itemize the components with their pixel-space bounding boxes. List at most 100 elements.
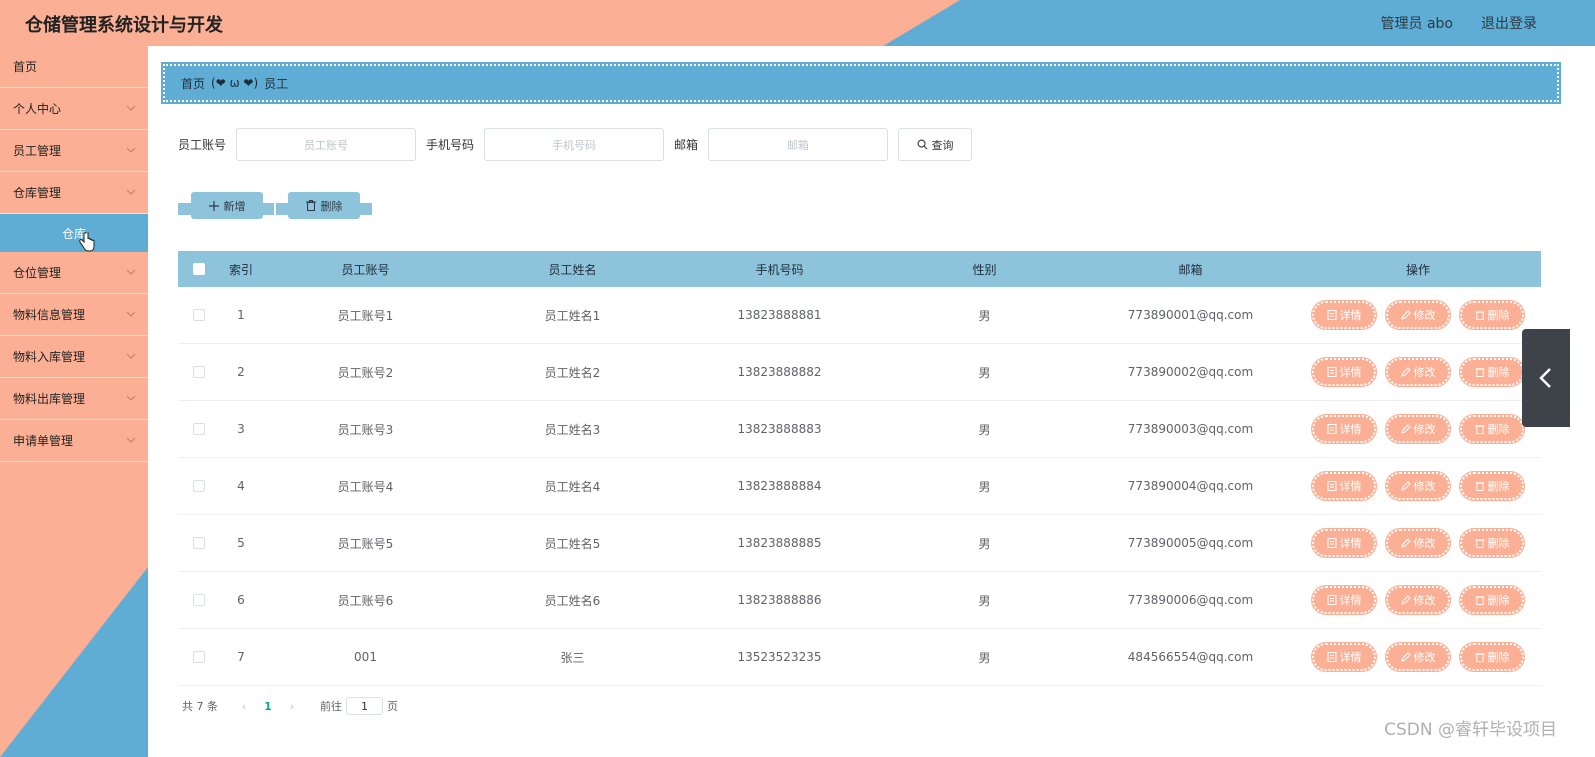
add-button[interactable]: 新增 bbox=[191, 192, 263, 219]
sidebar-item-3[interactable]: 仓库管理 bbox=[0, 172, 148, 214]
edit-button[interactable]: 修改 bbox=[1385, 585, 1451, 615]
cell-sex: 男 bbox=[978, 422, 991, 437]
logout-link[interactable]: 退出登录 bbox=[1481, 13, 1537, 33]
batch-delete-button[interactable]: 删除 bbox=[288, 192, 360, 219]
delete-button[interactable]: 删除 bbox=[1459, 357, 1525, 387]
detail-button[interactable]: 详情 bbox=[1311, 357, 1377, 387]
sidebar-item-7[interactable]: 物料入库管理 bbox=[0, 336, 148, 378]
detail-button[interactable]: 详情 bbox=[1311, 585, 1377, 615]
chevron-down-icon bbox=[126, 308, 136, 318]
chevron-down-icon bbox=[126, 186, 136, 196]
pagination: 共 7 条 ‹ 1 › 前往 页 bbox=[182, 697, 398, 715]
query-button-label: 查询 bbox=[931, 138, 954, 152]
trash-icon bbox=[1474, 595, 1485, 605]
account-search-label: 员工账号 bbox=[178, 138, 227, 152]
detail-button[interactable]: 详情 bbox=[1311, 414, 1377, 444]
cell-phone: 13823888881 bbox=[737, 308, 822, 322]
cell-index: 6 bbox=[237, 593, 245, 607]
chevron-left-icon bbox=[1539, 368, 1551, 388]
edit-button[interactable]: 修改 bbox=[1385, 528, 1451, 558]
edit-button[interactable]: 修改 bbox=[1385, 642, 1451, 672]
row-checkbox[interactable] bbox=[193, 423, 205, 435]
delete-button[interactable]: 删除 bbox=[1459, 471, 1525, 501]
pencil-icon bbox=[1400, 424, 1411, 434]
select-all-checkbox[interactable] bbox=[193, 263, 205, 275]
sidebar-item-5[interactable]: 仓位管理 bbox=[0, 252, 148, 294]
delete-button[interactable]: 删除 bbox=[1459, 414, 1525, 444]
detail-button-label: 详情 bbox=[1339, 480, 1362, 493]
edit-button-label: 修改 bbox=[1413, 309, 1436, 322]
chevron-down-icon bbox=[126, 434, 136, 444]
detail-button[interactable]: 详情 bbox=[1311, 642, 1377, 672]
sidebar-item-4[interactable]: 仓库 bbox=[0, 214, 148, 252]
sidebar-item-1[interactable]: 个人中心 bbox=[0, 88, 148, 130]
document-icon bbox=[1327, 481, 1337, 491]
delete-button-label: 删除 bbox=[1487, 309, 1510, 322]
sidebar-item-8[interactable]: 物料出库管理 bbox=[0, 378, 148, 420]
page-jump-input[interactable] bbox=[346, 697, 383, 715]
sidebar-item-label: 首页 bbox=[13, 60, 38, 74]
cell-phone: 13823888886 bbox=[737, 593, 822, 607]
trash-icon bbox=[1474, 424, 1485, 434]
delete-button[interactable]: 删除 bbox=[1459, 642, 1525, 672]
breadcrumb-current: 员工 bbox=[264, 76, 289, 91]
row-checkbox[interactable] bbox=[193, 480, 205, 492]
row-checkbox[interactable] bbox=[193, 651, 205, 663]
table-row: 3 员工账号3 员工姓名3 13823888883 男 773890003@qq.com 详… bbox=[178, 401, 1541, 458]
query-button[interactable]: 查询 bbox=[898, 128, 973, 161]
cell-account: 员工账号3 bbox=[337, 422, 394, 437]
sidebar-item-0[interactable]: 首页 bbox=[0, 46, 148, 88]
edit-button[interactable]: 修改 bbox=[1385, 414, 1451, 444]
plus-icon bbox=[208, 200, 219, 211]
cell-email: 773890006@qq.com bbox=[1127, 593, 1254, 607]
table-body: 1 员工账号1 员工姓名1 13823888881 男 773890001@qq.com 详… bbox=[178, 287, 1541, 686]
phone-search-input[interactable]: 手机号码 bbox=[484, 128, 665, 161]
cell-email: 773890003@qq.com bbox=[1127, 422, 1254, 436]
cell-name: 张三 bbox=[560, 650, 585, 665]
row-checkbox[interactable] bbox=[193, 309, 205, 321]
detail-button[interactable]: 详情 bbox=[1311, 528, 1377, 558]
row-checkbox[interactable] bbox=[193, 537, 205, 549]
prev-page-icon[interactable]: ‹ bbox=[232, 700, 256, 713]
account-search-input[interactable]: 员工账号 bbox=[236, 128, 417, 161]
edit-button-label: 修改 bbox=[1413, 594, 1436, 607]
table-row: 2 员工账号2 员工姓名2 13823888882 男 773890002@qq.com 详… bbox=[178, 344, 1541, 401]
trash-icon bbox=[1474, 367, 1485, 377]
table-row: 5 员工账号5 员工姓名5 13823888885 男 773890005@qq.com 详… bbox=[178, 515, 1541, 572]
user-label[interactable]: 管理员 abo bbox=[1381, 13, 1453, 33]
detail-button[interactable]: 详情 bbox=[1311, 300, 1377, 330]
app-title: 仓储管理系统设计与开发 bbox=[25, 15, 223, 36]
edit-button[interactable]: 修改 bbox=[1385, 471, 1451, 501]
sidebar-item-6[interactable]: 物料信息管理 bbox=[0, 294, 148, 336]
row-checkbox[interactable] bbox=[193, 366, 205, 378]
detail-button-label: 详情 bbox=[1339, 366, 1362, 379]
delete-button-label: 删除 bbox=[1487, 651, 1510, 664]
cell-sex: 男 bbox=[978, 593, 991, 608]
email-search-label: 邮箱 bbox=[674, 138, 699, 152]
edit-button-label: 修改 bbox=[1413, 423, 1436, 436]
edit-button[interactable]: 修改 bbox=[1385, 300, 1451, 330]
sidebar-item-9[interactable]: 申请单管理 bbox=[0, 420, 148, 462]
sidebar-item-label: 申请单管理 bbox=[13, 434, 74, 448]
cell-phone: 13823888884 bbox=[737, 479, 822, 493]
row-checkbox[interactable] bbox=[193, 594, 205, 606]
next-page-icon[interactable]: › bbox=[280, 700, 304, 713]
delete-button[interactable]: 删除 bbox=[1459, 300, 1525, 330]
detail-button[interactable]: 详情 bbox=[1311, 471, 1377, 501]
chevron-down-icon bbox=[126, 102, 136, 112]
page-number-current[interactable]: 1 bbox=[256, 700, 280, 713]
sidebar-item-2[interactable]: 员工管理 bbox=[0, 130, 148, 172]
sidebar-item-label: 物料入库管理 bbox=[13, 350, 86, 364]
email-search-input[interactable]: 邮箱 bbox=[708, 128, 889, 161]
collapse-panel-tab[interactable] bbox=[1522, 329, 1570, 427]
sidebar-item-label: 物料出库管理 bbox=[13, 392, 86, 406]
cell-email: 773890005@qq.com bbox=[1127, 536, 1254, 550]
cell-index: 2 bbox=[237, 365, 245, 379]
delete-button[interactable]: 删除 bbox=[1459, 528, 1525, 558]
column-header-account: 员工账号 bbox=[341, 262, 390, 277]
cell-email: 773890004@qq.com bbox=[1127, 479, 1254, 493]
delete-button[interactable]: 删除 bbox=[1459, 585, 1525, 615]
breadcrumb-home[interactable]: 首页 bbox=[181, 75, 205, 92]
cell-index: 4 bbox=[237, 479, 245, 493]
edit-button[interactable]: 修改 bbox=[1385, 357, 1451, 387]
